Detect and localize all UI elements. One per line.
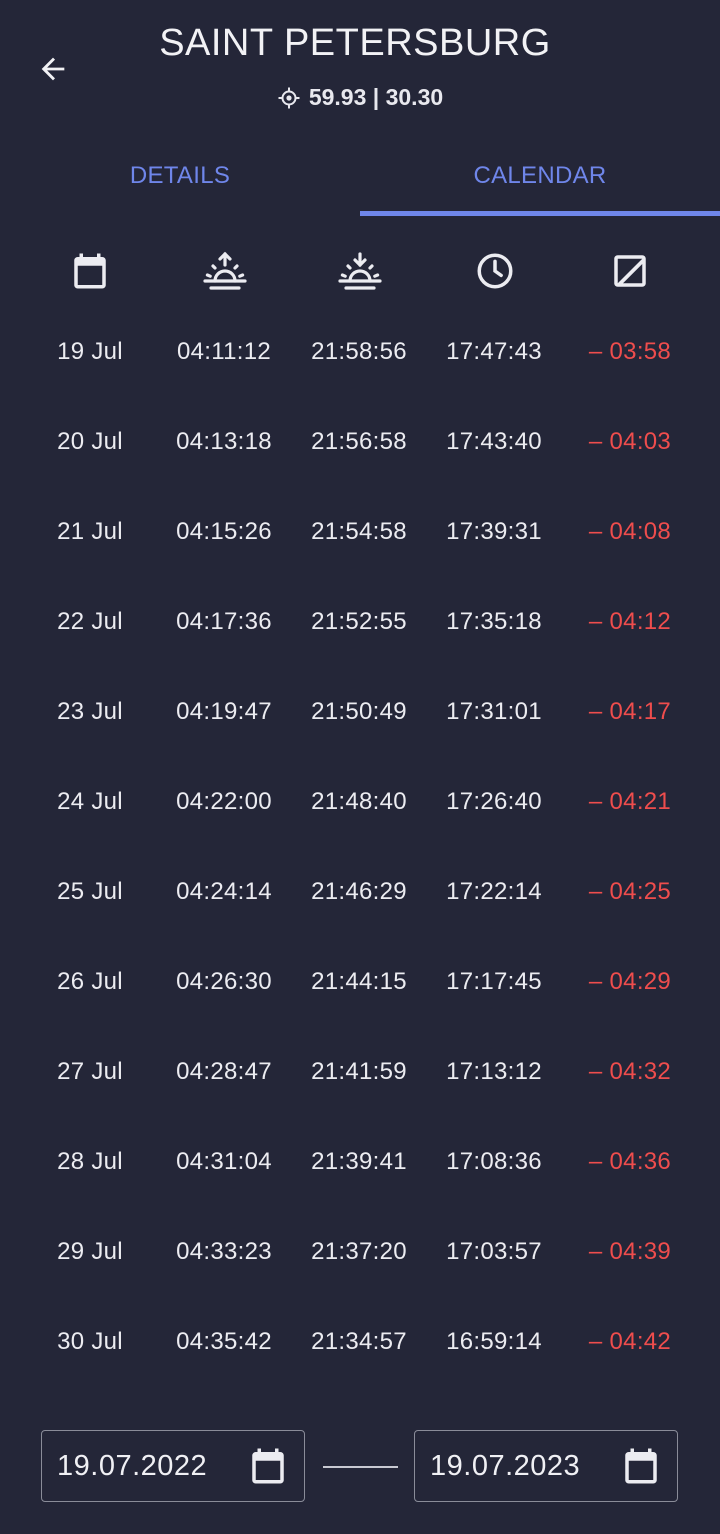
diff-cell: – 04:36 [588, 1148, 672, 1175]
day-length-cell: 17:08:36 [446, 1148, 542, 1175]
tab-indicator [360, 211, 720, 216]
clock-icon [470, 246, 520, 296]
diff-cell: – 04:39 [588, 1238, 672, 1265]
list-item: 29 Jul 04:33:23 21:37:20 17:03:57 – 04:3… [0, 1208, 720, 1298]
date-cell: 28 Jul [57, 1148, 123, 1175]
location-target-icon [278, 87, 300, 108]
diff-cell: – 04:08 [588, 518, 672, 545]
day-length-cell: 17:26:40 [446, 788, 542, 815]
column-header [0, 246, 720, 296]
tab-details[interactable]: DETAILS [0, 140, 360, 212]
sunrise-icon [200, 246, 250, 296]
date-cell: 23 Jul [57, 698, 123, 725]
sunset-cell: 21:34:57 [311, 1328, 407, 1355]
sunset-icon [335, 246, 385, 296]
calendar-list: 19 Jul 04:11:12 21:58:56 17:47:43 – 03:5… [0, 308, 720, 1388]
list-item: 25 Jul 04:24:14 21:46:29 17:22:14 – 04:2… [0, 848, 720, 938]
sunset-cell: 21:54:58 [311, 518, 407, 545]
diff-cell: – 04:29 [588, 968, 672, 995]
date-to-calendar-button[interactable] [619, 1444, 663, 1488]
sunset-cell: 21:46:29 [311, 878, 407, 905]
date-cell: 26 Jul [57, 968, 123, 995]
sunrise-cell: 04:28:47 [176, 1058, 272, 1085]
date-from-value: 19.07.2022 [57, 1449, 208, 1482]
sunrise-cell: 04:24:14 [176, 878, 272, 905]
calendar-icon [65, 246, 115, 296]
list-item: 21 Jul 04:15:26 21:54:58 17:39:31 – 04:0… [0, 488, 720, 578]
sunrise-cell: 04:22:00 [176, 788, 272, 815]
sunset-cell: 21:50:49 [311, 698, 407, 725]
calendar-icon [252, 1448, 284, 1484]
sunset-cell: 21:37:20 [311, 1238, 407, 1265]
day-length-cell: 17:47:43 [446, 338, 542, 365]
diff-cell: – 04:32 [588, 1058, 672, 1085]
date-from-calendar-button[interactable] [246, 1444, 290, 1488]
list-item: 26 Jul 04:26:30 21:44:15 17:17:45 – 04:2… [0, 938, 720, 1028]
sunrise-cell: 04:17:36 [176, 608, 272, 635]
diff-cell: – 04:03 [588, 428, 672, 455]
sunrise-cell: 04:33:23 [176, 1238, 272, 1265]
diff-cell: – 04:42 [588, 1328, 672, 1355]
day-length-cell: 17:35:18 [446, 608, 542, 635]
list-item: 20 Jul 04:13:18 21:56:58 17:43:40 – 04:0… [0, 398, 720, 488]
date-cell: 24 Jul [57, 788, 123, 815]
date-cell: 22 Jul [57, 608, 123, 635]
day-length-cell: 17:39:31 [446, 518, 542, 545]
diff-cell: – 04:21 [588, 788, 672, 815]
list-item: 28 Jul 04:31:04 21:39:41 17:08:36 – 04:3… [0, 1118, 720, 1208]
day-length-cell: 17:43:40 [446, 428, 542, 455]
sunset-cell: 21:39:41 [311, 1148, 407, 1175]
sunset-cell: 21:44:15 [311, 968, 407, 995]
list-item: 30 Jul 04:35:42 21:34:57 16:59:14 – 04:4… [0, 1298, 720, 1388]
sunset-cell: 21:58:56 [311, 338, 407, 365]
page-title: SAINT PETERSBURG [159, 22, 551, 64]
coordinates-text: 59.93 | 30.30 [308, 84, 444, 110]
sunrise-cell: 04:15:26 [176, 518, 272, 545]
sunrise-cell: 04:13:18 [176, 428, 272, 455]
sunrise-cell: 04:31:04 [176, 1148, 272, 1175]
date-cell: 27 Jul [57, 1058, 123, 1085]
list-item: 19 Jul 04:11:12 21:58:56 17:47:43 – 03:5… [0, 308, 720, 398]
day-length-cell: 17:13:12 [446, 1058, 542, 1085]
diff-cell: – 04:17 [588, 698, 672, 725]
date-from-field[interactable]: 19.07.2022 [41, 1430, 305, 1502]
tab-bar: DETAILS CALENDAR [0, 140, 720, 216]
list-item: 23 Jul 04:19:47 21:50:49 17:31:01 – 04:1… [0, 668, 720, 758]
sunset-cell: 21:48:40 [311, 788, 407, 815]
day-length-cell: 17:22:14 [446, 878, 542, 905]
range-separator [323, 1466, 398, 1468]
list-item: 22 Jul 04:17:36 21:52:55 17:35:18 – 04:1… [0, 578, 720, 668]
date-cell: 25 Jul [57, 878, 123, 905]
date-cell: 21 Jul [57, 518, 123, 545]
list-item: 27 Jul 04:28:47 21:41:59 17:13:12 – 04:3… [0, 1028, 720, 1118]
diff-cell: – 04:25 [588, 878, 672, 905]
coordinates: 59.93 | 30.30 [0, 84, 720, 111]
sunrise-cell: 04:26:30 [176, 968, 272, 995]
day-length-cell: 17:31:01 [446, 698, 542, 725]
sunset-cell: 21:52:55 [311, 608, 407, 635]
list-item: 24 Jul 04:22:00 21:48:40 17:26:40 – 04:2… [0, 758, 720, 848]
day-length-cell: 17:17:45 [446, 968, 542, 995]
date-to-value: 19.07.2023 [430, 1449, 581, 1482]
day-length-cell: 17:03:57 [446, 1238, 542, 1265]
sunrise-cell: 04:19:47 [176, 698, 272, 725]
date-cell: 19 Jul [57, 338, 123, 365]
tab-calendar[interactable]: CALENDAR [360, 140, 720, 212]
sunset-cell: 21:41:59 [311, 1058, 407, 1085]
sunrise-cell: 04:35:42 [176, 1328, 272, 1355]
date-cell: 20 Jul [57, 428, 123, 455]
day-length-cell: 16:59:14 [446, 1328, 542, 1355]
exposure-plus-icon [605, 246, 655, 296]
sunset-cell: 21:56:58 [311, 428, 407, 455]
date-cell: 30 Jul [57, 1328, 123, 1355]
date-cell: 29 Jul [57, 1238, 123, 1265]
calendar-icon [625, 1448, 657, 1484]
sunrise-cell: 04:11:12 [176, 338, 272, 365]
diff-cell: – 03:58 [588, 338, 672, 365]
diff-cell: – 04:12 [588, 608, 672, 635]
date-to-field[interactable]: 19.07.2023 [414, 1430, 678, 1502]
